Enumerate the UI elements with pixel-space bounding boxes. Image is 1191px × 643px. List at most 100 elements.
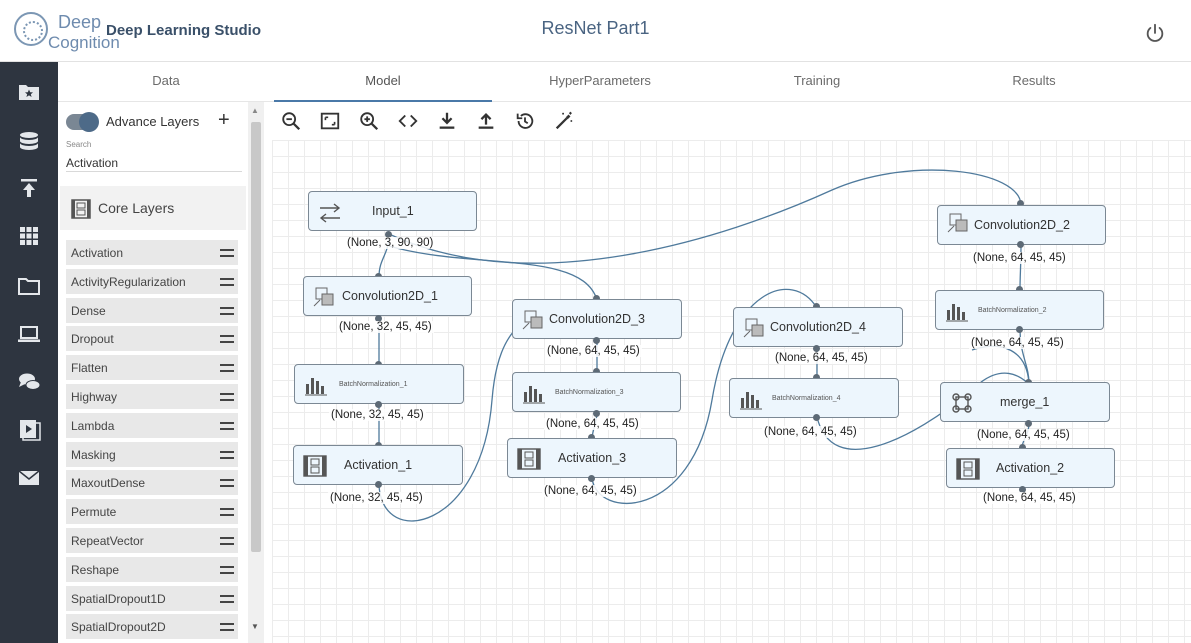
logo-text-line1: Deep [58, 12, 102, 32]
laptop-icon[interactable] [17, 322, 41, 346]
layer-item-label: Dense [71, 303, 106, 318]
output-port[interactable] [588, 475, 595, 482]
chat-icon[interactable] [17, 370, 41, 394]
layer-item-lambda[interactable]: Lambda [66, 412, 238, 438]
drag-handle-icon[interactable] [220, 249, 234, 257]
node-convolution2d-3[interactable]: Convolution2D_3 [512, 299, 682, 339]
deep-cognition-logo[interactable]: Deep Cognition [10, 8, 120, 54]
output-port[interactable] [1017, 241, 1024, 248]
layer-item-activityregularization[interactable]: ActivityRegularization [66, 268, 238, 294]
node-batchnormalization-3[interactable]: BatchNormalization_3 [512, 372, 681, 412]
scroll-down-arrow-icon[interactable]: ▼ [251, 622, 259, 631]
node-shape-label: (None, 32, 45, 45) [328, 492, 425, 504]
node-convolution2d-4[interactable]: Convolution2D_4 [733, 307, 903, 347]
app-title: Deep Learning Studio [106, 22, 262, 39]
layer-item-dropout[interactable]: Dropout [66, 326, 238, 352]
drag-handle-icon[interactable] [220, 565, 234, 574]
layer-item-spatialdropout2d[interactable]: SpatialDropout2D [66, 614, 238, 640]
layer-item-maxoutdense[interactable]: MaxoutDense [66, 470, 238, 496]
layer-item-flatten[interactable]: Flatten [66, 355, 238, 381]
download-icon[interactable] [436, 110, 458, 132]
magic-wand-icon[interactable] [553, 110, 575, 132]
model-canvas[interactable]: Input_1 (None, 3, 90, 90) Convolution2D_… [272, 140, 1191, 643]
node-label: BatchNormalization_2 [978, 306, 1047, 314]
output-port[interactable] [375, 481, 382, 488]
layer-item-highway[interactable]: Highway [66, 383, 238, 409]
grid-icon[interactable] [17, 224, 41, 248]
node-batchnormalization-2[interactable]: BatchNormalization_2 [935, 290, 1104, 330]
code-icon[interactable] [397, 110, 419, 132]
layer-item-spatialdropout1d[interactable]: SpatialDropout1D [66, 585, 238, 611]
drag-handle-icon[interactable] [220, 306, 234, 315]
output-port[interactable] [1016, 326, 1023, 333]
convolution-icon [743, 318, 764, 338]
layer-item-permute[interactable]: Permute [66, 499, 238, 525]
layer-item-label: Reshape [71, 562, 120, 577]
canvas-toolbar [272, 104, 592, 140]
output-port[interactable] [1025, 420, 1032, 427]
output-port[interactable] [593, 337, 600, 344]
advance-layers-label: Advance Layers [106, 114, 200, 129]
node-input-1[interactable]: Input_1 [308, 191, 477, 231]
drag-handle-icon[interactable] [220, 623, 234, 632]
drag-handle-icon[interactable] [220, 277, 234, 286]
node-shape-label: (None, 64, 45, 45) [981, 492, 1078, 504]
layer-item-reshape[interactable]: Reshape [66, 556, 238, 582]
node-label: Activation_1 [344, 458, 413, 472]
video-icon[interactable] [17, 418, 41, 442]
node-convolution2d-2[interactable]: Convolution2D_2 [937, 205, 1106, 245]
database-icon[interactable] [17, 130, 41, 154]
drag-handle-icon[interactable] [220, 421, 234, 430]
drag-handle-icon[interactable] [220, 364, 234, 373]
drag-handle-icon[interactable] [220, 536, 234, 545]
core-layers-header[interactable]: Core Layers [60, 186, 246, 230]
node-activation-3[interactable]: Activation_3 [507, 438, 677, 478]
output-port[interactable] [813, 345, 820, 352]
layer-search-input[interactable] [66, 154, 242, 172]
node-convolution2d-1[interactable]: Convolution2D_1 [303, 276, 472, 316]
layer-item-repeatvector[interactable]: RepeatVector [66, 527, 238, 553]
tab-data[interactable]: Data [58, 62, 274, 102]
output-port[interactable] [813, 414, 820, 421]
tab-model[interactable]: Model [274, 62, 492, 102]
folder-star-icon[interactable] [17, 80, 41, 104]
zoom-in-icon[interactable] [358, 110, 380, 132]
layer-item-activation[interactable]: Activation [66, 240, 238, 265]
power-icon[interactable] [1144, 22, 1166, 44]
drag-handle-icon[interactable] [220, 594, 234, 603]
layer-panel-scrollbar[interactable]: ▲ ▼ [248, 102, 264, 643]
zoom-out-icon[interactable] [280, 110, 302, 132]
drag-handle-icon[interactable] [220, 508, 234, 517]
output-port[interactable] [593, 410, 600, 417]
node-label: merge_1 [1000, 395, 1050, 409]
film-strip-icon [956, 458, 980, 480]
upload-icon[interactable] [475, 110, 497, 132]
tab-results[interactable]: Results [926, 62, 1142, 102]
drag-handle-icon[interactable] [220, 479, 234, 488]
advance-layers-toggle[interactable] [66, 112, 99, 132]
node-merge-1[interactable]: merge_1 [940, 382, 1110, 422]
upload-icon[interactable] [17, 176, 41, 200]
node-batchnormalization-4[interactable]: BatchNormalization_4 [729, 378, 899, 418]
fit-screen-icon[interactable] [319, 110, 341, 132]
drag-handle-icon[interactable] [220, 450, 234, 459]
layer-item-dense[interactable]: Dense [66, 297, 238, 323]
node-activation-2[interactable]: Activation_2 [946, 448, 1115, 488]
history-icon[interactable] [514, 110, 536, 132]
node-batchnormalization-1[interactable]: BatchNormalization_1 [294, 364, 464, 404]
bar-chart-icon [740, 392, 762, 410]
node-activation-1[interactable]: Activation_1 [293, 445, 463, 485]
drag-handle-icon[interactable] [220, 392, 234, 401]
layer-item-masking[interactable]: Masking [66, 441, 238, 467]
mail-icon[interactable] [17, 466, 41, 490]
tab-training[interactable]: Training [708, 62, 926, 102]
add-layer-icon[interactable]: + [218, 110, 230, 130]
scroll-thumb[interactable] [251, 122, 261, 552]
scroll-up-arrow-icon[interactable]: ▲ [251, 106, 259, 115]
bar-chart-icon [946, 304, 968, 322]
folder-icon[interactable] [17, 274, 41, 298]
tab-hyperparameters[interactable]: HyperParameters [492, 62, 708, 102]
bar-chart-icon [305, 378, 327, 396]
drag-handle-icon[interactable] [220, 335, 234, 344]
output-port[interactable] [375, 401, 382, 408]
